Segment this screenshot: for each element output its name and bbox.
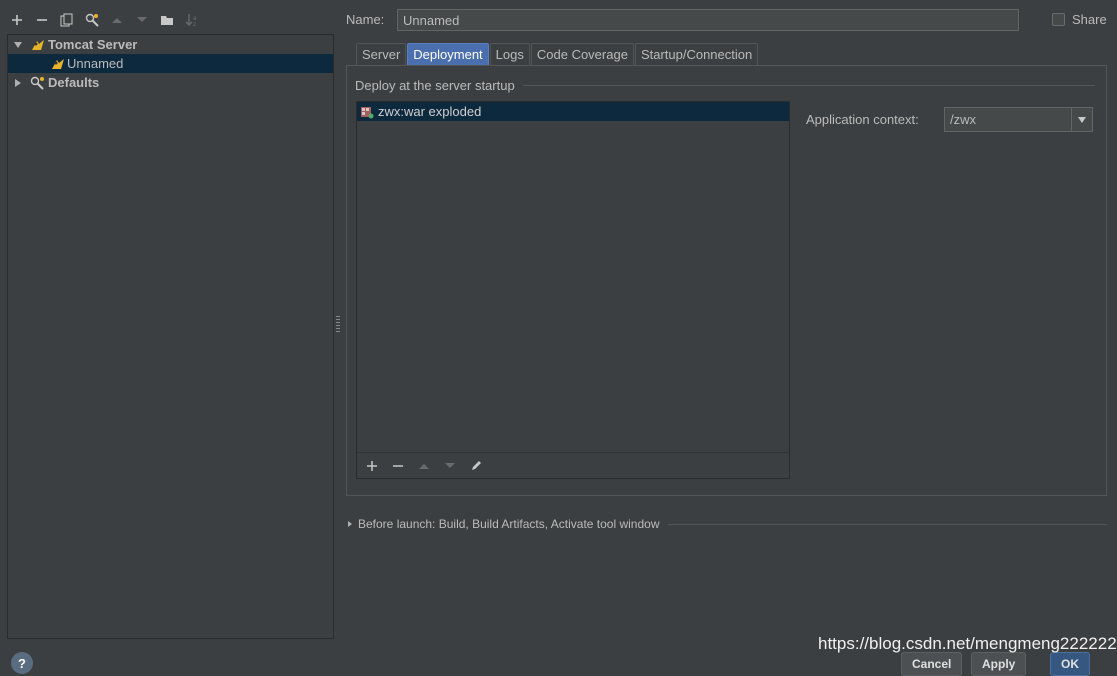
application-context-value[interactable]: /zwx [945,112,1071,127]
tomcat-icon [50,57,66,71]
remove-icon[interactable] [389,457,407,475]
splitter-handle[interactable] [336,316,340,332]
cancel-button[interactable]: Cancel [901,652,963,676]
artifact-list-toolbar [357,452,789,478]
move-up-icon[interactable] [108,11,126,29]
watermark-text: https://blog.csdn.net/mengmeng2222222 [818,634,1117,653]
config-tree: Tomcat Server Unnamed Defaults [7,34,334,639]
tree-node-defaults[interactable]: Defaults [8,73,333,92]
name-label: Name: [346,12,385,27]
tree-node-tomcat-server[interactable]: Tomcat Server [8,35,333,54]
name-field[interactable] [397,9,1019,31]
copy-icon[interactable] [58,11,76,29]
move-down-icon[interactable] [441,457,459,475]
artifact-label: zwx:war exploded [378,104,482,119]
war-artifact-icon [360,105,374,119]
share-label: Share [1072,12,1107,27]
tree-node-unnamed[interactable]: Unnamed [8,54,333,73]
chevron-down-icon[interactable] [1071,108,1092,131]
expand-arrow-icon[interactable] [10,40,26,50]
divider [522,85,1095,86]
defaults-wrench-icon [30,76,46,90]
tab-startup-connection[interactable]: Startup/Connection [634,43,759,65]
tab-code-coverage[interactable]: Code Coverage [530,43,634,65]
collapse-arrow-icon[interactable] [346,519,356,529]
section-title: Deploy at the server startup [355,78,515,93]
tab-logs[interactable]: Logs [489,43,530,65]
add-icon[interactable] [363,457,381,475]
tree-label: Defaults [48,75,100,90]
config-toolbar: az [8,8,201,32]
tree-label: Tomcat Server [48,37,138,52]
tab-deployment[interactable]: Deployment [407,43,489,65]
edit-defaults-icon[interactable] [83,11,101,29]
sort-icon[interactable]: az [183,11,201,29]
divider [667,523,1107,525]
svg-text:z: z [193,21,196,27]
tomcat-icon [30,38,46,52]
application-context-combo[interactable]: /zwx [944,107,1093,132]
move-up-icon[interactable] [415,457,433,475]
config-tabs: Server Deployment Logs Code Coverage Sta… [356,43,759,65]
deploy-section-header: Deploy at the server startup [355,78,1095,93]
application-context-label: Application context: [806,112,919,127]
tab-server[interactable]: Server [356,43,407,65]
folder-icon[interactable] [158,11,176,29]
artifact-list[interactable]: zwx:war exploded [356,101,790,479]
before-launch-label: Before launch: Build, Build Artifacts, A… [358,517,660,531]
help-button[interactable]: ? [11,652,33,674]
apply-button[interactable]: Apply [971,652,1027,676]
add-icon[interactable] [8,11,26,29]
tree-label: Unnamed [67,56,124,71]
share-checkbox[interactable] [1052,13,1065,26]
edit-icon[interactable] [467,457,485,475]
ok-button[interactable]: OK [1050,652,1090,676]
before-launch-section[interactable]: Before launch: Build, Build Artifacts, A… [346,517,1107,531]
list-item[interactable]: zwx:war exploded [357,102,789,121]
deployment-panel: Deploy at the server startup zwx:war exp… [346,65,1107,496]
remove-icon[interactable] [33,11,51,29]
collapse-arrow-icon[interactable] [10,78,26,88]
move-down-icon[interactable] [133,11,151,29]
share-checkbox-group[interactable]: Share [1052,12,1107,27]
